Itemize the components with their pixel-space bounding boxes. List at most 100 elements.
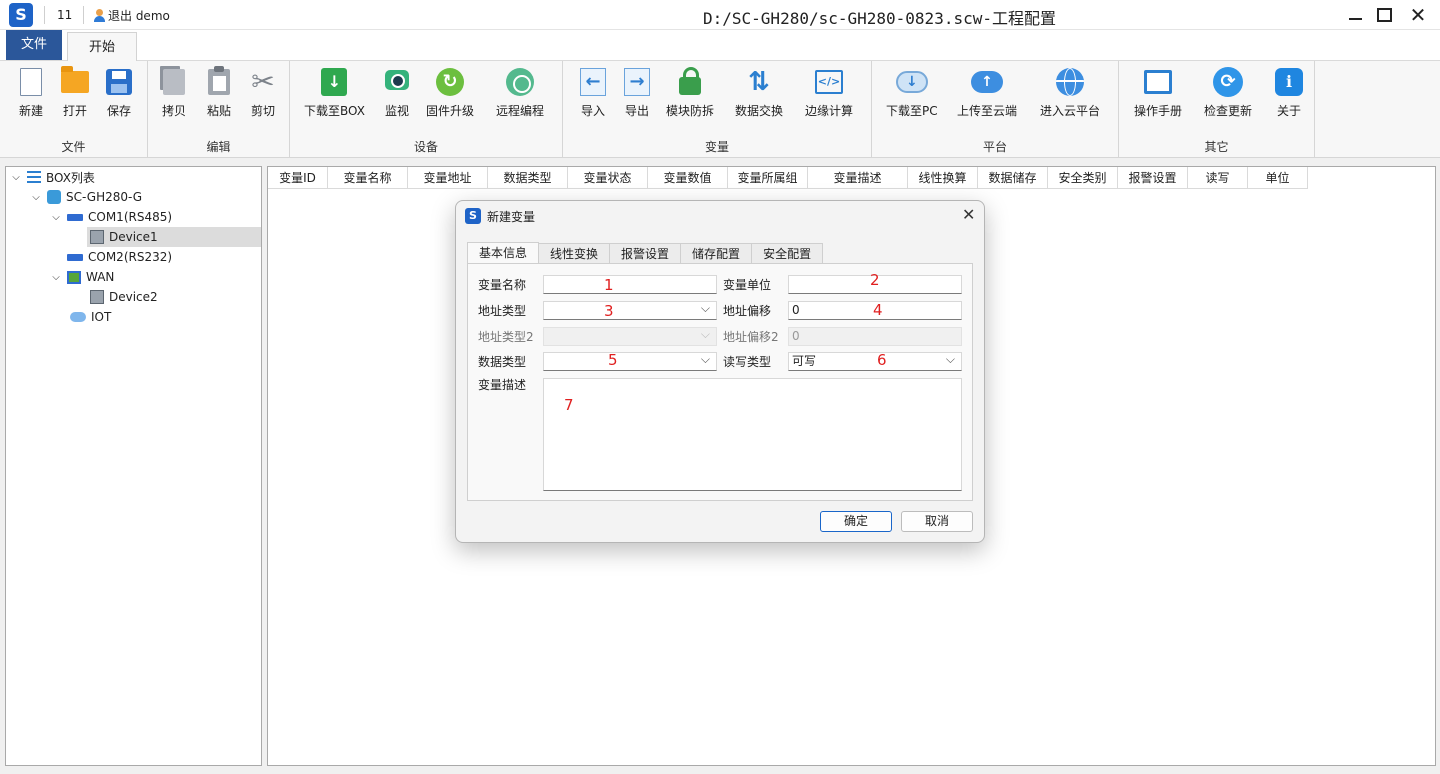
tab-basic-info[interactable]: 基本信息 [467, 242, 540, 264]
var-unit-label: 变量单位 [723, 278, 772, 292]
edge-computing-button[interactable]: </> 边缘计算 [805, 66, 853, 119]
upload-to-cloud-button[interactable]: ↑ 上传至云端 [957, 66, 1017, 119]
module-anti-tamper-button[interactable]: 模块防拆 [666, 66, 714, 119]
tree-item-wan[interactable]: ⌵ WAN [50, 267, 114, 287]
column-header[interactable]: 单位 [1248, 167, 1308, 189]
column-header[interactable]: 安全类别 [1048, 167, 1118, 189]
export-label: 导出 [624, 104, 649, 118]
column-header[interactable]: 变量描述 [808, 167, 908, 189]
open-label: 打开 [62, 104, 87, 118]
var-name-input[interactable] [543, 275, 717, 294]
manual-book-icon [1144, 70, 1172, 94]
download-to-pc-label: 下载至PC [886, 104, 938, 118]
tab-linear-transform[interactable]: 线性变换 [538, 243, 611, 264]
chevron-down-icon[interactable]: ⌵ [10, 172, 22, 183]
edge-computing-label: 边缘计算 [805, 104, 854, 118]
import-button[interactable]: ← 导入 [577, 66, 609, 119]
address-type-select[interactable] [543, 300, 717, 320]
copy-icon [163, 69, 185, 95]
column-header[interactable]: 数据储存 [978, 167, 1048, 189]
folder-icon [61, 66, 89, 93]
column-header[interactable]: 线性换算 [908, 167, 978, 189]
ok-button[interactable]: 确定 [820, 511, 892, 532]
dialog-close-button[interactable]: ✕ [962, 205, 975, 224]
copy-button[interactable]: 拷贝 [158, 66, 190, 119]
download-to-pc-button[interactable]: ↓ 下载至PC [886, 66, 938, 119]
tab-storage-config[interactable]: 储存配置 [680, 243, 753, 264]
tab-file[interactable]: 文件 [6, 30, 62, 60]
tree-item-box-list[interactable]: ⌵ BOX列表 [10, 167, 95, 187]
tree-item-device2[interactable]: Device2 [90, 287, 158, 307]
open-button[interactable]: 打开 [59, 66, 91, 119]
column-header[interactable]: 变量数值 [648, 167, 728, 189]
column-header[interactable]: 数据类型 [488, 167, 568, 189]
export-button[interactable]: → 导出 [621, 66, 653, 119]
tree-item-iot[interactable]: IOT [70, 307, 111, 327]
box-icon [47, 190, 61, 204]
maximize-button[interactable] [1373, 5, 1395, 25]
upload-to-cloud-label: 上传至云端 [957, 104, 1018, 118]
column-header[interactable]: 变量名称 [328, 167, 408, 189]
column-header[interactable]: 变量ID [268, 167, 328, 189]
device-icon [90, 290, 104, 304]
cancel-button[interactable]: 取消 [901, 511, 973, 532]
minimize-button[interactable] [1344, 5, 1366, 25]
ribbon-group-label: 平台 [982, 140, 1007, 154]
lock-icon [679, 67, 701, 95]
firmware-upgrade-button[interactable]: ↻ 固件升级 [426, 66, 474, 119]
copy-label: 拷贝 [161, 104, 186, 118]
dialog-title: 新建变量 [487, 210, 536, 224]
quick-access-number[interactable]: 11 [57, 8, 72, 22]
address-type2-select [543, 326, 717, 346]
remote-programming-button[interactable]: 远程编程 [496, 66, 544, 119]
annotation-number: 3 [604, 302, 614, 320]
new-variable-dialog: S 新建变量 ✕ 基本信息 线性变换 报警设置 储存配置 安全配置 变量名称 变… [455, 200, 985, 543]
tab-start[interactable]: 开始 [67, 32, 137, 62]
logout-user-button[interactable]: 退出 demo [93, 7, 170, 24]
enter-cloud-platform-button[interactable]: 进入云平台 [1040, 66, 1100, 119]
user-manual-button[interactable]: 操作手册 [1134, 66, 1182, 119]
logout-user-label: 退出 demo [108, 9, 170, 23]
address-type2-label: 地址类型2 [478, 330, 534, 344]
cut-button[interactable]: ✂ 剪切 [247, 66, 279, 119]
remote-programming-label: 远程编程 [496, 104, 545, 118]
paste-button[interactable]: 粘贴 [203, 66, 235, 119]
column-header[interactable]: 变量状态 [568, 167, 648, 189]
scissors-icon: ✂ [251, 65, 275, 98]
ribbon-group-label: 文件 [61, 140, 86, 154]
download-box-icon: ↓ [321, 68, 348, 96]
app-logo-icon[interactable]: S [9, 3, 33, 27]
chevron-down-icon[interactable]: ⌵ [50, 272, 62, 283]
data-type-select[interactable] [543, 351, 717, 371]
chevron-down-icon[interactable]: ⌵ [50, 212, 62, 223]
column-header[interactable]: 报警设置 [1118, 167, 1188, 189]
tree-item-label: WAN [86, 270, 115, 284]
tree-item-label: SC-GH280-G [66, 190, 143, 204]
code-icon: </> [815, 70, 843, 94]
monitor-button[interactable]: 监视 [381, 66, 413, 119]
column-header[interactable]: 变量所属组 [728, 167, 808, 189]
tree-item-device1[interactable]: Device1 [87, 227, 261, 247]
tab-security-config[interactable]: 安全配置 [751, 243, 824, 264]
column-header[interactable]: 读写 [1188, 167, 1248, 189]
tree-item-com1[interactable]: ⌵ COM1(RS485) [50, 207, 172, 227]
download-to-box-button[interactable]: ↓ 下载至BOX [304, 66, 365, 119]
save-button[interactable]: 保存 [103, 66, 135, 119]
tree-item-sc-gh280-g[interactable]: ⌵ SC-GH280-G [30, 187, 142, 207]
rw-type-select[interactable]: 可写 [788, 351, 962, 371]
annotation-number: 5 [608, 351, 618, 369]
close-window-button[interactable]: ✕ [1407, 5, 1429, 25]
chevron-down-icon[interactable]: ⌵ [30, 192, 42, 203]
ribbon-group-file: 新建 打开 保存 文件 [0, 61, 148, 158]
close-icon: ✕ [962, 205, 976, 224]
serial-port-icon [67, 253, 83, 261]
data-exchange-button[interactable]: ⇅ 数据交换 [735, 66, 783, 119]
check-update-button[interactable]: ⟳ 检查更新 [1204, 66, 1252, 119]
tree-item-com2[interactable]: COM2(RS232) [67, 247, 172, 267]
tab-alarm-settings[interactable]: 报警设置 [609, 243, 682, 264]
about-button[interactable]: i 关于 [1273, 66, 1305, 119]
column-header[interactable]: 变量地址 [408, 167, 488, 189]
description-textarea[interactable] [543, 378, 962, 491]
rw-type-label: 读写类型 [723, 355, 772, 369]
new-button[interactable]: 新建 [15, 66, 47, 119]
